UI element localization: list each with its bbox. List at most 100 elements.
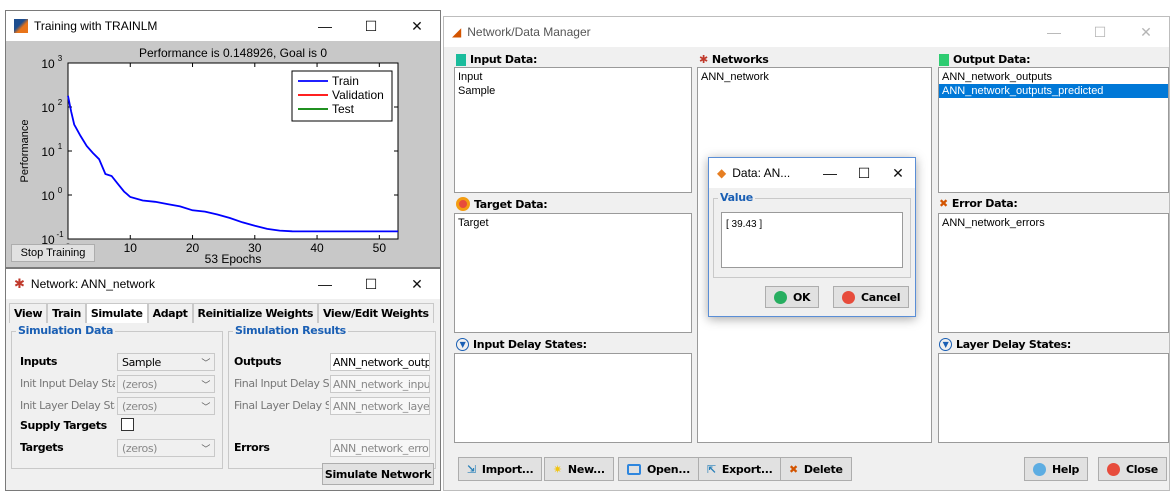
target-icon bbox=[456, 197, 470, 211]
final-layer-delay-field[interactable]: ANN_network_layerStates bbox=[330, 397, 430, 415]
target-data-header: Target Data: bbox=[456, 197, 548, 211]
targets-select[interactable]: (zeros) ﹀ bbox=[117, 439, 215, 457]
y-tick-exponent: -1 bbox=[56, 230, 64, 239]
tab-adapt[interactable]: Adapt bbox=[147, 303, 193, 323]
y-tick-label: 10 bbox=[41, 189, 55, 203]
layer-delay-list[interactable] bbox=[938, 353, 1169, 443]
export-button[interactable]: ⇱ Export... bbox=[698, 457, 782, 481]
network-titlebar: ✱ Network: ANN_network — ☐ ✕ bbox=[6, 269, 440, 299]
cancel-button[interactable]: Cancel bbox=[833, 286, 910, 308]
init-layer-delay-select[interactable]: (zeros) ﹀ bbox=[117, 397, 215, 415]
input-delay-list[interactable] bbox=[454, 353, 692, 443]
chevron-down-icon[interactable]: ▼ bbox=[939, 338, 952, 351]
input-data-label: Input Data: bbox=[470, 53, 538, 66]
legend-label: Validation bbox=[332, 88, 384, 102]
close-icon bbox=[1107, 462, 1120, 476]
open-label: Open... bbox=[647, 462, 690, 476]
tab-view-edit-weights[interactable]: View/Edit Weights bbox=[318, 303, 434, 323]
simulation-data-label: Simulation Data bbox=[16, 324, 116, 337]
data-dialog-title: Data: AN... bbox=[732, 166, 791, 180]
outputs-field[interactable]: ANN_network_outputs bbox=[330, 353, 430, 371]
legend-label: Test bbox=[332, 102, 355, 116]
layer-delay-label: Layer Delay States: bbox=[956, 338, 1071, 351]
open-icon bbox=[627, 463, 641, 475]
list-item[interactable]: ANN_network_outputs bbox=[942, 70, 1165, 84]
list-item[interactable]: Sample bbox=[458, 84, 688, 98]
new-button[interactable]: ✷ New... bbox=[544, 457, 614, 481]
x-tick-label: 50 bbox=[373, 241, 387, 255]
close-button[interactable]: ✕ bbox=[1123, 17, 1169, 47]
delete-button[interactable]: ✖ Delete bbox=[780, 457, 852, 481]
minimize-button[interactable]: — bbox=[302, 11, 348, 41]
close-button[interactable]: ✕ bbox=[881, 158, 915, 188]
inputs-value: Sample bbox=[122, 355, 161, 369]
import-label: Import... bbox=[481, 462, 534, 476]
cancel-label: Cancel bbox=[861, 290, 901, 304]
help-button[interactable]: Help bbox=[1024, 457, 1089, 481]
network-icon: ✱ bbox=[14, 276, 25, 291]
close-manager-button[interactable]: Close bbox=[1098, 457, 1167, 481]
input-data-list[interactable]: Input Sample bbox=[454, 67, 692, 193]
import-button[interactable]: ⇲ Import... bbox=[458, 457, 543, 481]
errors-field[interactable]: ANN_network_errors bbox=[330, 439, 430, 457]
ok-button[interactable]: OK bbox=[765, 286, 820, 308]
list-item[interactable]: Target bbox=[458, 216, 688, 230]
tab-view[interactable]: View bbox=[9, 303, 48, 323]
data-dialog: ◆ Data: AN... — ☐ ✕ Value [ 39.43 ] OK C… bbox=[708, 157, 916, 317]
target-data-list[interactable]: Target bbox=[454, 213, 692, 333]
training-title: Training with TRAINLM bbox=[34, 19, 158, 33]
matlab-icon bbox=[14, 19, 28, 33]
error-icon: ✖ bbox=[939, 197, 948, 210]
minimize-button[interactable]: — bbox=[813, 158, 847, 188]
output-data-header: Output Data: bbox=[939, 53, 1031, 66]
output-data-list[interactable]: ANN_network_outputs ANN_network_outputs_… bbox=[938, 67, 1169, 193]
export-label: Export... bbox=[721, 462, 773, 476]
output-data-label: Output Data: bbox=[953, 53, 1031, 66]
close-button[interactable]: ✕ bbox=[394, 269, 440, 299]
input-delay-label: Input Delay States: bbox=[473, 338, 587, 351]
minimize-button[interactable]: — bbox=[1031, 17, 1077, 47]
simulate-network-button[interactable]: Simulate Network bbox=[322, 463, 434, 485]
x-tick-label: 30 bbox=[248, 241, 262, 255]
error-data-header: ✖ Error Data: bbox=[939, 197, 1018, 210]
import-icon: ⇲ bbox=[467, 462, 476, 476]
close-button[interactable]: ✕ bbox=[394, 11, 440, 41]
maximize-button[interactable]: ☐ bbox=[348, 269, 394, 299]
init-input-delay-select[interactable]: (zeros) ﹀ bbox=[117, 375, 215, 393]
tab-reinitialize-weights[interactable]: Reinitialize Weights bbox=[192, 303, 319, 323]
maximize-button[interactable]: ☐ bbox=[847, 158, 881, 188]
list-item[interactable]: Input bbox=[458, 70, 688, 84]
minimize-button[interactable]: — bbox=[302, 269, 348, 299]
final-input-delay-field[interactable]: ANN_network_inputStates bbox=[330, 375, 430, 393]
open-button[interactable]: Open... bbox=[618, 457, 699, 481]
error-data-label: Error Data: bbox=[951, 197, 1018, 210]
tab-train[interactable]: Train bbox=[47, 303, 86, 323]
error-data-list[interactable]: ANN_network_errors bbox=[938, 213, 1169, 333]
chevron-down-icon: ﹀ bbox=[201, 403, 210, 413]
targets-value: (zeros) bbox=[122, 441, 158, 455]
input-data-header: Input Data: bbox=[456, 53, 537, 66]
check-icon bbox=[774, 290, 787, 304]
tab-simulate[interactable]: Simulate bbox=[85, 303, 148, 323]
delete-icon: ✖ bbox=[789, 462, 798, 476]
y-tick-label: 10 bbox=[41, 145, 55, 159]
chart-title: Performance is 0.148926, Goal is 0 bbox=[139, 46, 327, 60]
target-data-label: Target Data: bbox=[474, 197, 548, 211]
inputs-select[interactable]: Sample ﹀ bbox=[117, 353, 215, 371]
manager-title: Network/Data Manager bbox=[467, 25, 591, 39]
chevron-down-icon[interactable]: ▼ bbox=[456, 338, 469, 351]
layer-delay-header: ▼ Layer Delay States: bbox=[939, 338, 1071, 351]
input-delay-header: ▼ Input Delay States: bbox=[456, 338, 587, 351]
list-item-selected[interactable]: ANN_network_outputs_predicted bbox=[939, 84, 1168, 98]
x-tick-label: 10 bbox=[124, 241, 138, 255]
stop-training-button[interactable]: Stop Training bbox=[11, 244, 95, 262]
maximize-button[interactable]: ☐ bbox=[348, 11, 394, 41]
network-window: ✱ Network: ANN_network — ☐ ✕ View Train … bbox=[5, 268, 441, 491]
list-item[interactable]: ANN_network bbox=[701, 70, 928, 84]
legend-label: Train bbox=[332, 74, 359, 88]
list-item[interactable]: ANN_network_errors bbox=[942, 216, 1165, 230]
supply-targets-checkbox[interactable] bbox=[121, 418, 134, 431]
network-tabs: View Train Simulate Adapt Reinitialize W… bbox=[9, 303, 434, 323]
value-textarea[interactable]: [ 39.43 ] bbox=[721, 212, 903, 268]
maximize-button[interactable]: ☐ bbox=[1077, 17, 1123, 47]
